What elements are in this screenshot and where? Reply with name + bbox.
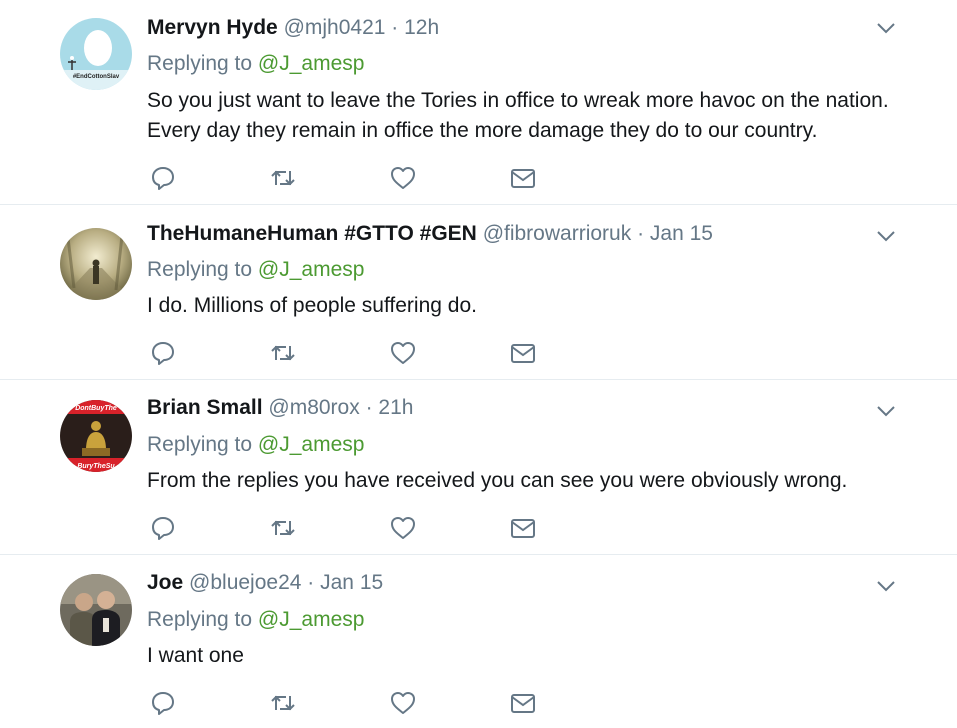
tweet-header: Mervyn Hyde @mjh0421 · 12h (147, 14, 439, 42)
replying-to: Replying to @J_amesp (147, 431, 364, 459)
tweet-header: Joe @bluejoe24 · Jan 15 (147, 569, 383, 597)
like-icon[interactable] (390, 340, 416, 366)
direct-message-icon[interactable] (510, 515, 536, 541)
retweet-icon[interactable] (270, 515, 296, 541)
reply-icon[interactable] (150, 515, 176, 541)
timestamp[interactable]: Jan 15 (650, 222, 713, 245)
avatar-caption: #EndCottonSlav (73, 74, 120, 80)
chevron-down-icon[interactable] (876, 404, 896, 418)
tweet-text: I want one (147, 644, 244, 667)
tweet-actions (150, 165, 550, 191)
direct-message-icon[interactable] (510, 690, 536, 716)
separator-dot: · (307, 571, 315, 594)
like-icon[interactable] (390, 515, 416, 541)
chevron-down-icon[interactable] (876, 229, 896, 243)
timestamp[interactable]: 21h (378, 396, 413, 419)
mention-link[interactable]: @J_amesp (258, 433, 365, 456)
user-name[interactable]: Joe (147, 571, 183, 594)
replying-label: Replying to (147, 52, 258, 75)
replying-label: Replying to (147, 258, 258, 281)
two-people-avatar-image (60, 574, 132, 646)
tweet-text: So you just want to leave the Tories in … (147, 89, 889, 142)
user-handle[interactable]: @bluejoe24 (189, 571, 301, 594)
timestamp[interactable]: Jan 15 (320, 571, 383, 594)
avatar-caption-top: DontBuyThe (75, 405, 117, 412)
avatar[interactable]: #EndCottonSlav (60, 18, 132, 90)
like-icon[interactable] (390, 165, 416, 191)
tweet-text: I do. Millions of people suffering do. (147, 294, 477, 317)
reply-icon[interactable] (150, 690, 176, 716)
tweet-card[interactable]: Joe @bluejoe24 · Jan 15 Replying to @J_a… (0, 555, 957, 728)
user-handle[interactable]: @fibrowarrioruk (483, 222, 632, 245)
separator-dot: · (365, 396, 373, 419)
tweet-card[interactable]: #EndCottonSlav Mervyn Hyde @mjh0421 · 12… (0, 0, 957, 205)
mention-link[interactable]: @J_amesp (258, 52, 365, 75)
tweet-card[interactable]: DontBuyThe BuryTheSu Brian Small @m80rox… (0, 380, 957, 555)
separator-dot: · (391, 16, 399, 39)
replying-to: Replying to @J_amesp (147, 606, 364, 634)
like-icon[interactable] (390, 690, 416, 716)
replying-to: Replying to @J_amesp (147, 256, 364, 284)
direct-message-icon[interactable] (510, 340, 536, 366)
replying-label: Replying to (147, 608, 258, 631)
user-handle[interactable]: @mjh0421 (284, 16, 386, 39)
user-name[interactable]: Brian Small (147, 396, 263, 419)
tweet-actions (150, 515, 550, 541)
tweet-actions (150, 690, 550, 716)
tweet-text: From the replies you have received you c… (147, 469, 848, 492)
reply-icon[interactable] (150, 165, 176, 191)
retweet-icon[interactable] (270, 690, 296, 716)
replying-label: Replying to (147, 433, 258, 456)
tweet-header: Brian Small @m80rox · 21h (147, 394, 413, 422)
replying-to: Replying to @J_amesp (147, 50, 364, 78)
reply-icon[interactable] (150, 340, 176, 366)
tweet-actions (150, 340, 550, 366)
chevron-down-icon[interactable] (876, 21, 896, 35)
mention-link[interactable]: @J_amesp (258, 608, 365, 631)
avatar[interactable]: DontBuyThe BuryTheSu (60, 400, 132, 472)
tweet-card[interactable]: TheHumaneHuman #GTTO #GEN @fibrowarrioru… (0, 205, 957, 380)
separator-dot: · (637, 222, 645, 245)
mention-link[interactable]: @J_amesp (258, 258, 365, 281)
avatar-caption-bottom: BuryTheSu (77, 463, 115, 470)
avatar[interactable] (60, 574, 132, 646)
tweet-header: TheHumaneHuman #GTTO #GEN @fibrowarrioru… (147, 220, 713, 248)
avatar[interactable] (60, 228, 132, 300)
direct-message-icon[interactable] (510, 165, 536, 191)
buddha-avatar-image: DontBuyThe BuryTheSu (60, 400, 132, 472)
user-handle[interactable]: @m80rox (268, 396, 359, 419)
retweet-icon[interactable] (270, 340, 296, 366)
retweet-icon[interactable] (270, 165, 296, 191)
foggy-path-avatar-image (60, 228, 132, 300)
timestamp[interactable]: 12h (404, 16, 439, 39)
user-name[interactable]: Mervyn Hyde (147, 16, 278, 39)
user-name[interactable]: TheHumaneHuman #GTTO #GEN (147, 222, 477, 245)
chevron-down-icon[interactable] (876, 579, 896, 593)
egg-avatar-image: #EndCottonSlav (60, 18, 132, 90)
